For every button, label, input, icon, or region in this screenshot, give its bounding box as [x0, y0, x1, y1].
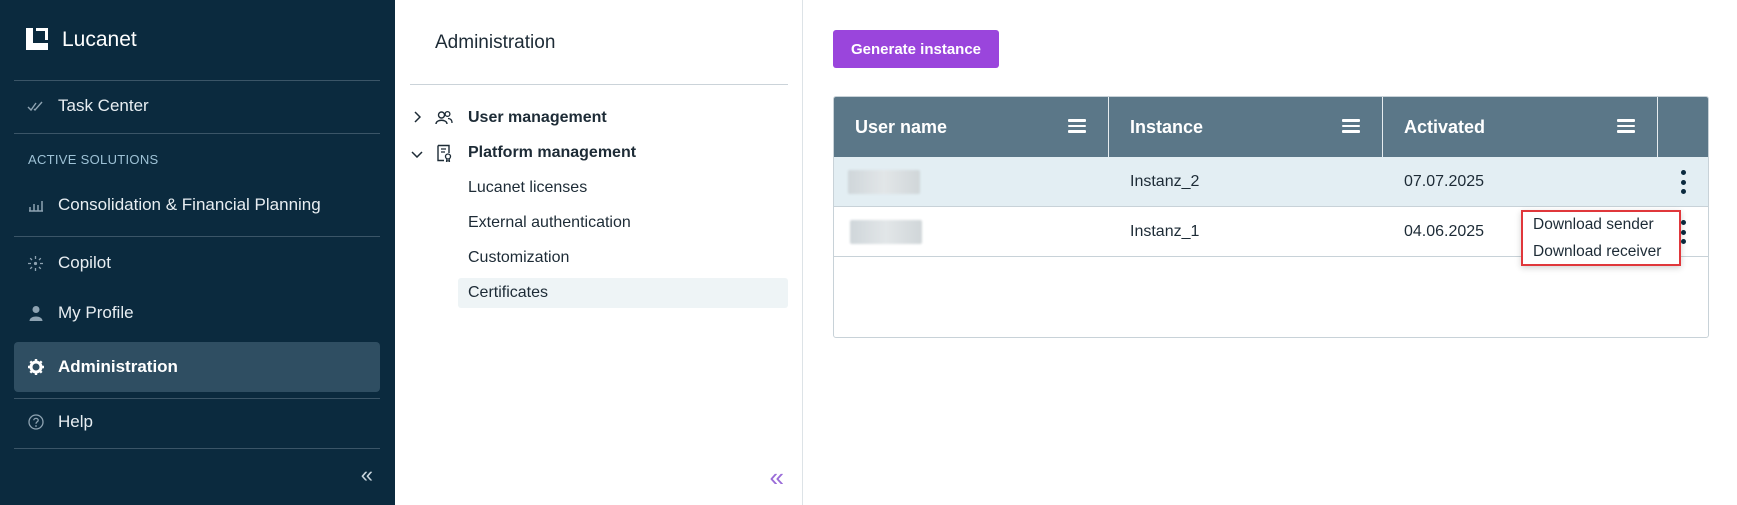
nav-item-help[interactable]: Help: [14, 397, 380, 447]
tree-label-customization: Customization: [468, 249, 570, 266]
row-actions-icon[interactable]: [1681, 170, 1687, 194]
generate-instance-button[interactable]: Generate instance: [833, 30, 999, 68]
menu-item-download-sender[interactable]: Download sender: [1533, 216, 1654, 234]
tree-label-platform-management: Platform management: [468, 144, 637, 161]
row-actions-icon[interactable]: [1681, 220, 1687, 244]
row-actions-menu: Download sender Download receiver: [1521, 210, 1681, 266]
bar-chart-icon: [27, 197, 44, 214]
column-menu-icon[interactable]: [1068, 119, 1086, 133]
column-header-user-name[interactable]: User name: [834, 97, 1109, 157]
tree-item-lucanet-licenses[interactable]: Lucanet licenses: [458, 173, 788, 203]
nav-divider: [14, 133, 380, 134]
document-certificate-icon: [435, 144, 453, 163]
nav-divider: [14, 236, 380, 237]
cell-activated: 07.07.2025: [1404, 173, 1485, 190]
tree-item-platform-management[interactable]: Platform management: [395, 138, 795, 168]
users-icon: [435, 109, 453, 127]
tree-label-user-management: User management: [468, 109, 607, 126]
question-circle-icon: [27, 414, 44, 431]
nav-label-help: Help: [58, 412, 93, 431]
menu-item-download-receiver[interactable]: Download receiver: [1533, 243, 1661, 261]
nav-label-my-profile: My Profile: [58, 303, 134, 322]
lucanet-logo-icon: [26, 28, 50, 52]
cell-instance: Instanz_1: [1130, 223, 1200, 240]
redacted-user-name: [848, 170, 920, 194]
nav-divider: [14, 448, 380, 449]
column-menu-icon[interactable]: [1617, 119, 1635, 133]
nav-item-consolidation[interactable]: Consolidation & Financial Planning: [14, 180, 380, 230]
nav-item-task-center[interactable]: Task Center: [14, 81, 380, 131]
column-header-activated[interactable]: Activated: [1383, 97, 1658, 157]
column-header-label: Activated: [1404, 116, 1486, 137]
gear-icon: [27, 359, 44, 376]
tree-label-lucanet-licenses: Lucanet licenses: [468, 179, 588, 196]
brand[interactable]: Lucanet: [26, 28, 137, 52]
main-content: Generate instance User name Instance Act…: [804, 0, 1737, 505]
person-icon: [27, 305, 44, 322]
tree-item-external-authentication[interactable]: External authentication: [458, 208, 788, 238]
tree-item-certificates[interactable]: Certificates: [458, 278, 788, 308]
nav-section-label: ACTIVE SOLUTIONS: [28, 152, 159, 167]
chevron-down-icon[interactable]: [411, 145, 423, 161]
redacted-user-name: [850, 220, 922, 244]
table-row[interactable]: Instanz_2 07.07.2025: [834, 157, 1708, 207]
cell-activated: 04.06.2025: [1404, 223, 1485, 240]
column-menu-icon[interactable]: [1342, 119, 1360, 133]
cell-instance: Instanz_2: [1130, 173, 1200, 190]
chevron-right-icon[interactable]: [411, 110, 423, 126]
cell-user-name: [850, 207, 922, 257]
collapse-nav-icon[interactable]: «: [361, 462, 373, 488]
panel-title: Administration: [435, 32, 556, 53]
nav-label-consolidation: Consolidation & Financial Planning: [58, 195, 321, 214]
cell-user-name: [848, 157, 920, 207]
nav-item-administration[interactable]: Administration: [14, 342, 380, 392]
administration-panel: Administration User management Platform …: [395, 0, 803, 505]
tree-item-customization[interactable]: Customization: [458, 243, 788, 273]
nav-item-my-profile[interactable]: My Profile: [14, 288, 380, 338]
tree-label-certificates: Certificates: [468, 284, 549, 301]
nav-label-administration: Administration: [58, 357, 178, 376]
collapse-panel-icon[interactable]: «: [770, 462, 784, 493]
nav-item-copilot[interactable]: Copilot: [14, 238, 380, 288]
nav-label-task-center: Task Center: [58, 96, 149, 115]
tree-item-user-management[interactable]: User management: [395, 103, 795, 133]
column-header-label: Instance: [1130, 116, 1204, 137]
tree-label-external-authentication: External authentication: [468, 214, 631, 231]
double-check-icon: [27, 98, 44, 115]
brand-name: Lucanet: [62, 28, 137, 51]
column-header-label: User name: [855, 116, 948, 137]
table-header: User name Instance Activated: [834, 97, 1708, 157]
column-header-instance[interactable]: Instance: [1109, 97, 1383, 157]
nav-label-copilot: Copilot: [58, 253, 111, 272]
sparkle-icon: [27, 255, 44, 272]
panel-divider: [410, 84, 788, 85]
main-navigation: Lucanet Task Center ACTIVE SOLUTIONS Con…: [0, 0, 395, 505]
